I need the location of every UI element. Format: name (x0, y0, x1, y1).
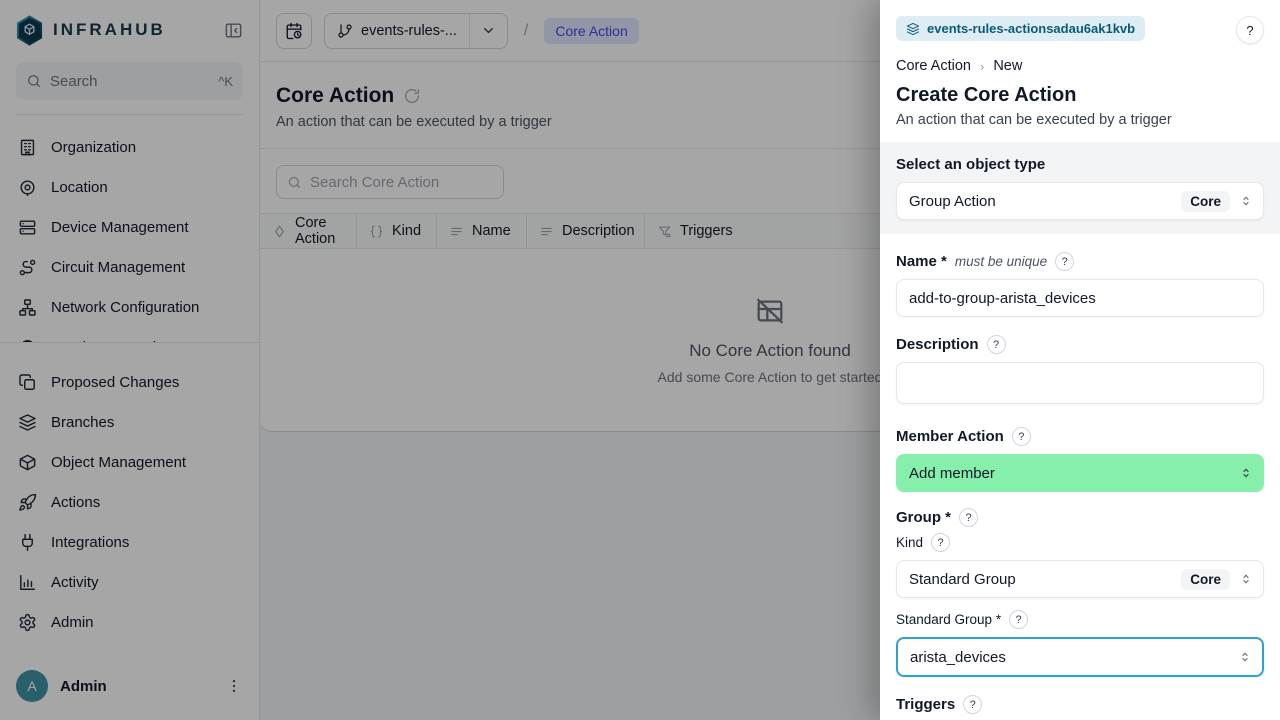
name-hint: must be unique (955, 254, 1047, 269)
create-form: Name * must be unique ? Description ? Me… (880, 234, 1280, 720)
kind-value: Standard Group (909, 571, 1181, 588)
chevron-updown-icon (1239, 194, 1253, 208)
drawer-breadcrumb: Core Action › New (896, 58, 1264, 74)
chevron-updown-icon (1239, 466, 1253, 480)
group-label: Group * (896, 509, 951, 526)
member-action-help-icon[interactable]: ? (1012, 427, 1031, 446)
description-label: Description (896, 336, 979, 353)
member-action-value: Add member (909, 465, 1239, 482)
drawer-header: events-rules-actionsadau6ak1kvb ? Core A… (880, 0, 1280, 128)
standard-group-label: Standard Group * (896, 612, 1001, 627)
object-type-label: Select an object type (896, 156, 1264, 173)
member-action-select[interactable]: Add member (896, 454, 1264, 492)
object-type-select[interactable]: Group Action Core (896, 182, 1264, 220)
triggers-help-icon[interactable]: ? (963, 695, 982, 714)
drawer-title: Create Core Action (896, 84, 1264, 107)
breadcrumb-item[interactable]: Core Action (896, 58, 971, 74)
drawer-branch-badge[interactable]: events-rules-actionsadau6ak1kvb (896, 16, 1145, 41)
description-help-icon[interactable]: ? (987, 335, 1006, 354)
standard-group-value: arista_devices (910, 649, 1238, 666)
chevron-updown-icon (1239, 572, 1253, 586)
drawer-branch-name: events-rules-actionsadau6ak1kvb (927, 21, 1135, 36)
kind-select[interactable]: Standard Group Core (896, 560, 1264, 598)
standard-group-select[interactable]: arista_devices (896, 637, 1264, 677)
name-help-icon[interactable]: ? (1055, 252, 1074, 271)
group-help-icon[interactable]: ? (959, 508, 978, 527)
help-button[interactable]: ? (1236, 16, 1264, 44)
description-field[interactable] (896, 362, 1264, 404)
core-badge: Core (1181, 569, 1230, 590)
chevron-updown-icon (1238, 650, 1252, 664)
app-root: INFRAHUB ^K OrganizationLocationDevice M… (0, 0, 1280, 720)
breadcrumb-separator: › (980, 59, 984, 74)
triggers-label: Triggers (896, 696, 955, 713)
object-type-value: Group Action (909, 193, 1181, 210)
core-badge: Core (1181, 191, 1230, 212)
create-drawer: events-rules-actionsadau6ak1kvb ? Core A… (880, 0, 1280, 720)
object-type-section: Select an object type Group Action Core (880, 142, 1280, 234)
name-label: Name * (896, 253, 947, 270)
member-action-label: Member Action (896, 428, 1004, 445)
layers-icon (906, 22, 920, 36)
kind-label: Kind (896, 535, 923, 550)
breadcrumb-item: New (993, 58, 1022, 74)
kind-help-icon[interactable]: ? (931, 533, 950, 552)
drawer-subtitle: An action that can be executed by a trig… (896, 112, 1264, 128)
standard-group-help-icon[interactable]: ? (1009, 610, 1028, 629)
name-field[interactable] (896, 279, 1264, 317)
